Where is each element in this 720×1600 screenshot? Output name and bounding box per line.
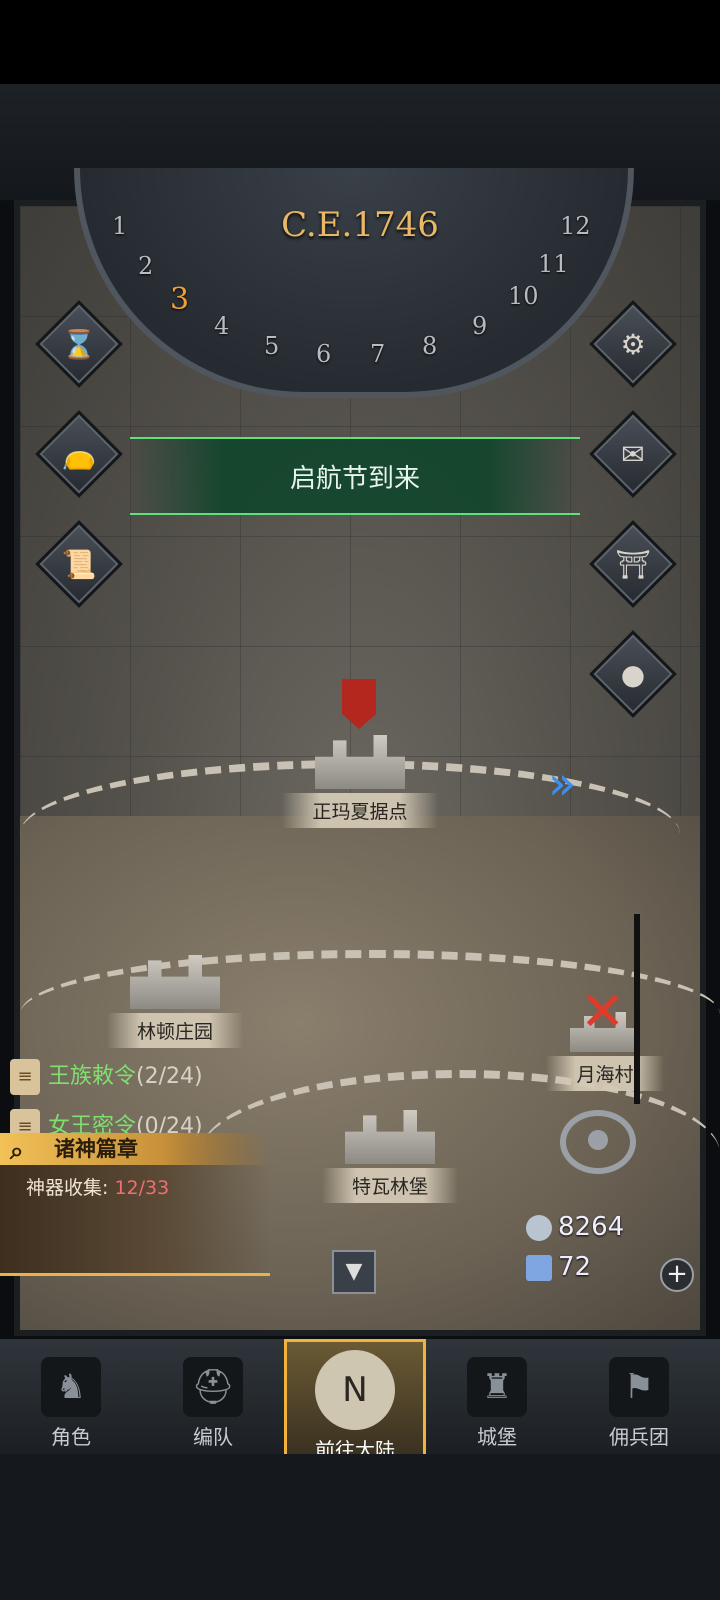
silver-coin-icon	[526, 1214, 552, 1241]
crystal-amount: 72	[558, 1252, 592, 1282]
gear-icon: ⚙	[620, 327, 646, 361]
compass-north-letter: N	[342, 1370, 368, 1410]
castle-icon	[315, 735, 405, 789]
tab-character[interactable]: ♞ 角色	[0, 1339, 142, 1457]
add-resource-button[interactable]: +	[660, 1258, 694, 1292]
tab-mercenary[interactable]: ⚑ 佣兵团	[568, 1339, 710, 1457]
quest-count: (2/24)	[136, 1064, 203, 1089]
chevron-down-icon: ▼	[345, 1259, 363, 1284]
bag-icon: 👝	[61, 437, 97, 471]
quest-name: 王族敕令	[48, 1064, 137, 1089]
tab-label: 城堡	[477, 1425, 517, 1449]
knight-icon: ♞	[41, 1357, 101, 1417]
tab-castle[interactable]: ♜ 城堡	[426, 1339, 568, 1457]
gods-chapter-panel[interactable]: ⌕ 诸神篇章 神器收集: 12/33	[0, 1133, 270, 1276]
gate-icon: ⛩	[615, 547, 651, 581]
calendar-year: C.E.1746	[281, 205, 439, 245]
event-banner-text: 启航节到来	[289, 464, 420, 494]
location-linton[interactable]: 林顿庄园	[80, 955, 270, 1048]
mail-icon: ✉	[621, 437, 645, 471]
tab-continent[interactable]: N 前往大陆	[284, 1339, 426, 1462]
month-8: 8	[422, 332, 438, 360]
compass-icon: N	[315, 1350, 395, 1430]
month-10: 10	[508, 282, 539, 310]
event-banner[interactable]: 启航节到来	[130, 437, 580, 515]
location-label: 正玛夏据点	[282, 793, 438, 828]
silver-resource: 8264	[526, 1212, 624, 1242]
helmet-icon: ⛑	[183, 1357, 243, 1417]
system-nav-area	[0, 1454, 720, 1600]
search-icon: ⌕	[10, 1137, 24, 1165]
month-4: 4	[214, 312, 230, 340]
banner-icon: ⚑	[609, 1357, 669, 1417]
crystal-resource: 72	[526, 1252, 591, 1282]
location-label: 月海村	[546, 1056, 664, 1091]
artifact-progress-value: 12/33	[114, 1177, 170, 1199]
scroll-icon: ≡	[10, 1059, 40, 1095]
status-bar	[0, 0, 720, 84]
month-12: 12	[560, 212, 591, 240]
coin-icon: ●	[620, 657, 646, 691]
double-chevron-right-icon[interactable]: »	[548, 756, 576, 810]
quest-royal-decree[interactable]: ≡ 王族敕令(2/24)	[10, 1058, 203, 1095]
tab-label: 角色	[51, 1425, 91, 1449]
hourglass-icon: ⌛	[61, 327, 97, 361]
artifact-progress: 神器收集: 12/33	[0, 1165, 270, 1200]
crossed-swords-icon: ✕	[580, 980, 626, 1043]
artifact-progress-label: 神器收集:	[26, 1177, 109, 1199]
month-9: 9	[472, 312, 488, 340]
target-icon	[588, 1130, 608, 1150]
fort-icon	[345, 1110, 435, 1164]
collapse-button[interactable]: ▼	[332, 1250, 376, 1294]
month-1: 1	[112, 212, 128, 240]
scroll-icon: 📜	[61, 547, 97, 581]
month-5: 5	[264, 332, 280, 360]
tab-label: 编队	[193, 1425, 233, 1449]
location-tewa[interactable]: 特瓦林堡	[290, 1110, 490, 1203]
manor-icon	[130, 955, 220, 1009]
month-2: 2	[138, 252, 154, 280]
tab-label: 佣兵团	[609, 1425, 669, 1449]
recenter-button[interactable]	[560, 1110, 636, 1174]
month-7: 7	[370, 340, 386, 368]
month-6: 6	[316, 340, 332, 368]
plus-icon: +	[666, 1259, 688, 1289]
tab-formation[interactable]: ⛑ 编队	[142, 1339, 284, 1457]
silver-amount: 8264	[558, 1212, 625, 1242]
location-label: 特瓦林堡	[321, 1168, 458, 1203]
location-zhengma[interactable]: 正玛夏据点	[260, 735, 460, 828]
month-3-current: 3	[170, 282, 190, 317]
gods-chapter-header: ⌕ 诸神篇章	[0, 1133, 270, 1165]
castle-icon: ♜	[467, 1357, 527, 1417]
bottom-nav: ♞ 角色 ⛑ 编队 N 前往大陆 ♜ 城堡 ⚑ 佣兵团	[0, 1336, 720, 1462]
location-label: 林顿庄园	[106, 1013, 243, 1048]
month-11: 11	[538, 250, 569, 278]
crystal-icon	[526, 1254, 552, 1281]
gods-chapter-title: 诸神篇章	[54, 1137, 138, 1161]
flag-pole	[634, 914, 640, 1104]
